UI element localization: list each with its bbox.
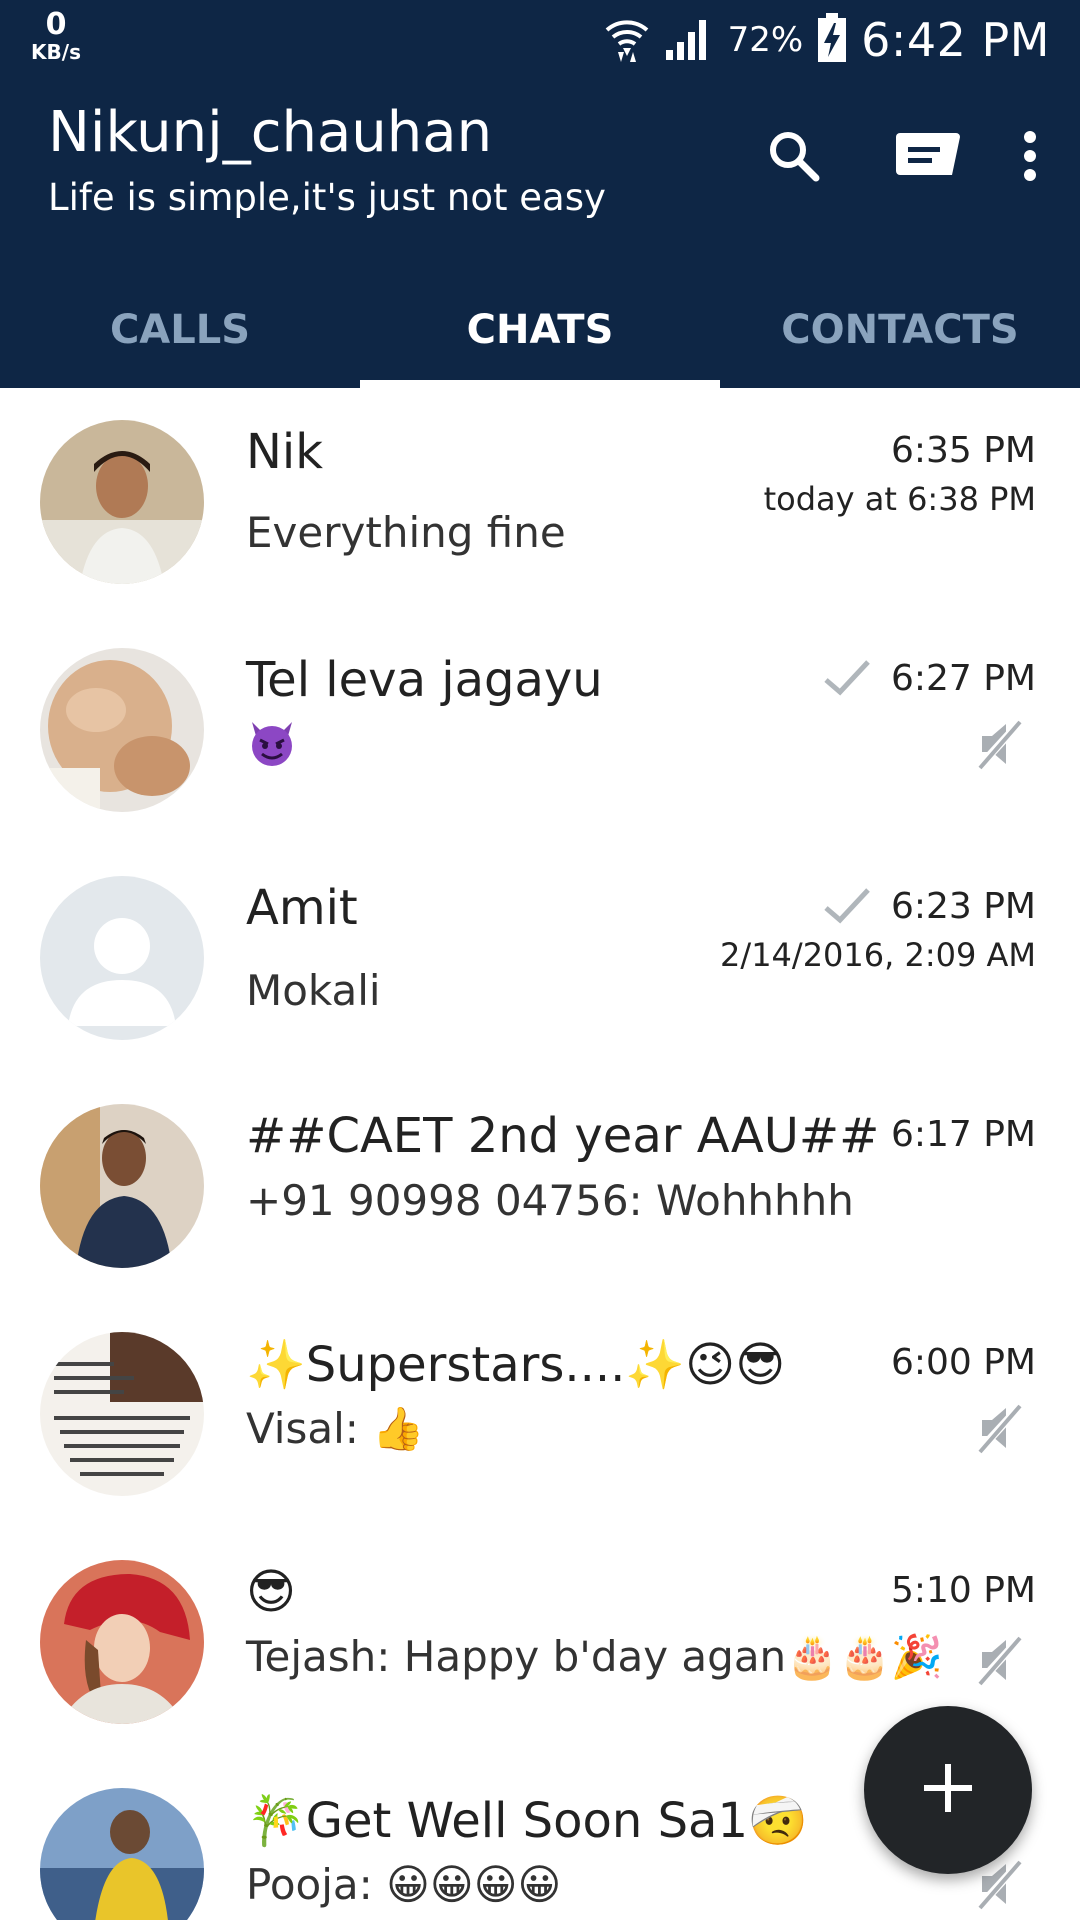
chat-item[interactable]: Tel leva jagayu 6:27 PM	[0, 616, 1080, 844]
new-broadcast-button[interactable]	[876, 126, 980, 190]
battery-charging-icon	[817, 13, 847, 67]
chat-last-message: Everything fine	[246, 508, 566, 557]
search-icon	[766, 128, 822, 188]
wifi-icon	[604, 12, 650, 68]
tab-chats[interactable]: CHATS	[360, 272, 720, 388]
status-time: 6:42 PM	[861, 13, 1050, 67]
chat-time: 6:17 PM	[890, 1114, 1036, 1155]
chat-name: 😎	[246, 1564, 297, 1620]
battery-percent: 72%	[727, 20, 804, 60]
chat-name: Nik	[246, 424, 324, 480]
network-speed-unit: KB/s	[31, 40, 81, 64]
signal-icon	[664, 14, 714, 66]
chat-item[interactable]: Nik Everything fine 6:35 PM today at 6:3…	[0, 388, 1080, 616]
chat-name: Tel leva jagayu	[246, 652, 603, 708]
chat-name: Amit	[246, 880, 358, 936]
network-speed-value: 0	[45, 7, 67, 42]
tab-calls[interactable]: CALLS	[0, 272, 360, 388]
chat-last-message: Mokali	[246, 966, 381, 1015]
avatar[interactable]	[40, 1104, 204, 1268]
profile-status[interactable]: Life is simple,it's just not easy	[48, 176, 606, 219]
chat-name: ##CAET 2nd year AAU##	[246, 1108, 880, 1164]
chat-item[interactable]: Amit Mokali 6:23 PM 2/14/2016, 2:09 AM	[0, 844, 1080, 1072]
devil-emoji-icon	[246, 716, 298, 778]
sent-check-icon	[822, 658, 872, 698]
network-speed: 0 KB/s	[26, 7, 86, 64]
chat-name: 🎋Get Well Soon Sa1🤕	[246, 1793, 808, 1849]
chat-last-message: Tejash: Happy b'day agan🎂🎂🎉	[246, 1632, 944, 1681]
muted-icon	[974, 1400, 1026, 1456]
more-options-button[interactable]	[1010, 126, 1050, 190]
avatar[interactable]	[40, 420, 204, 584]
new-chat-fab[interactable]	[864, 1706, 1032, 1874]
muted-icon	[974, 716, 1026, 772]
app-bar: 0 KB/s 72% 6:42 PM Nikunj_chauhan Life i…	[0, 0, 1080, 388]
status-bar: 0 KB/s 72% 6:42 PM	[0, 0, 1080, 80]
chat-time: 6:00 PM	[890, 1342, 1036, 1383]
muted-icon	[974, 1632, 1026, 1688]
chat-time: 5:10 PM	[890, 1570, 1036, 1611]
tab-bar: CALLS CHATS CONTACTS	[0, 272, 1080, 388]
more-vert-icon	[1022, 130, 1038, 186]
tab-contacts[interactable]: CONTACTS	[720, 272, 1080, 388]
profile-name[interactable]: Nikunj_chauhan	[48, 100, 492, 165]
avatar-placeholder[interactable]	[40, 876, 204, 1040]
sent-check-icon	[822, 886, 872, 926]
chat-last-message	[246, 716, 298, 778]
chat-last-message: +91 90998 04756: Wohhhhh	[246, 1176, 854, 1225]
chat-time: 6:27 PM	[890, 658, 1036, 699]
chat-time: 6:35 PM	[890, 430, 1036, 471]
chat-last-message: Pooja: 😀😀😀😀	[246, 1860, 562, 1909]
chat-last-message: Visal: 👍	[246, 1404, 425, 1453]
new-broadcast-icon	[894, 131, 962, 185]
chat-item[interactable]: ##CAET 2nd year AAU## +91 90998 04756: W…	[0, 1072, 1080, 1300]
plus-icon	[920, 1760, 976, 1820]
avatar[interactable]	[40, 1332, 204, 1496]
chat-item[interactable]: ✨Superstars....✨😉😎 Visal: 👍 6:00 PM	[0, 1300, 1080, 1528]
chat-time: 6:23 PM	[890, 886, 1036, 927]
avatar[interactable]	[40, 1560, 204, 1724]
chat-list: Nik Everything fine 6:35 PM today at 6:3…	[0, 388, 1080, 1920]
search-button[interactable]	[742, 126, 846, 190]
chat-subtext: today at 6:38 PM	[763, 480, 1036, 518]
chat-name: ✨Superstars....✨😉😎	[246, 1337, 786, 1393]
avatar[interactable]	[40, 1788, 204, 1920]
avatar[interactable]	[40, 648, 204, 812]
chat-subtext: 2/14/2016, 2:09 AM	[720, 936, 1036, 974]
